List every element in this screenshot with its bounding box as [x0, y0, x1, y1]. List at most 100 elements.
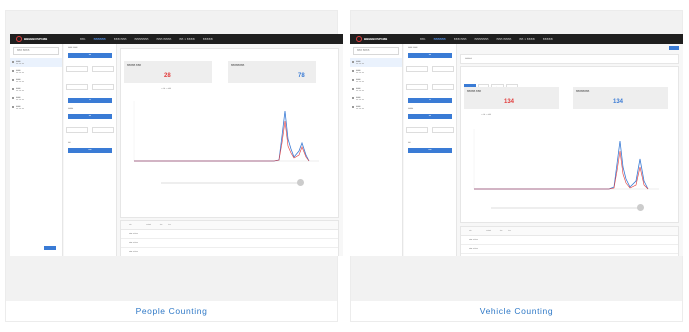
panel-label: ▪▪▪ — [68, 141, 71, 144]
menu-item[interactable]: BB1 — [80, 34, 86, 44]
data-table: ▪▪▪ ▪▪▪▪▪▪ ▪▪▪ ▪▪▪ ▪▪▪▪ ▪▪ ▪▪▪ ▪▪▪▪ ▪▪ ▪… — [460, 226, 679, 256]
people-counting-screenshot[interactable]: BBBBBUSP1MB BB1 BBBBBB BBB BBB BBBBBBB B… — [10, 34, 343, 256]
panel-field[interactable] — [432, 127, 454, 133]
app-topbar: BBBBBUSP1MB BB1 BBBBBB BBB BBB BBBBBBB B… — [10, 34, 343, 44]
stat-label: BBBBB BBB — [467, 90, 482, 93]
device-item[interactable]: ▪▪▪▪▪ ▪▪▪ ▪▪▪ ▪▪▪ — [10, 85, 62, 94]
chart-slider-track[interactable] — [491, 207, 641, 209]
sidebar-bottom-button[interactable] — [44, 246, 56, 250]
panel-field[interactable] — [66, 66, 88, 72]
device-sidebar: BBB BBBB ▪▪▪▪▪ ▪▪▪ ▪▪▪ ▪▪▪ ▪▪▪▪▪ ▪▪▪ ▪▪▪ ▪… — [10, 44, 63, 256]
panel-button[interactable]: ▪▪▪ — [68, 53, 112, 58]
panel-label: ▪▪▪▪▪ ▪▪▪▪▪ — [68, 46, 78, 49]
panel-field[interactable] — [92, 66, 114, 72]
chart-slider-track[interactable] — [161, 182, 301, 184]
panel-button[interactable]: ▪▪▪ — [408, 114, 452, 119]
top-menu: BB1 BBBBBB BBB BBB BBBBBBB BBB BBBB BB 1… — [80, 34, 213, 44]
menu-item[interactable]: BBB BBBB — [497, 34, 512, 44]
chart-legend: ─ ▪▪ ─ ▪▪▪ — [481, 113, 492, 116]
device-item[interactable]: ▪▪▪▪▪ ▪▪▪ ▪▪▪ ▪▪▪ — [10, 76, 62, 85]
menu-item[interactable]: BBBBB — [203, 34, 213, 44]
stat-label: BBBBBBBB — [231, 64, 245, 67]
stats-box: ▪▪▪▪▪▪▪▪▪ BBBBB BBB 134 BBBBBBBB 134 ─ ▪… — [460, 66, 679, 223]
device-item[interactable]: ▪▪▪▪▪ ▪▪▪ ▪▪▪ ▪▪▪ — [10, 67, 62, 76]
device-item[interactable]: ▪▪▪▪▪ ▪▪▪ ▪▪▪ ▪▪▪ — [350, 67, 402, 76]
panel-label: ▪▪▪ — [408, 141, 411, 144]
table-row[interactable]: ▪▪▪▪ ▪▪ ▪▪▪ — [461, 254, 678, 256]
table-row[interactable]: ▪▪▪▪ ▪▪ ▪▪▪ — [461, 245, 678, 254]
stats-box: BBBBB BBB 28 BBBBBBBB 78 ─ ▪▪ ─ ▪▪▪ — [120, 48, 339, 218]
menu-item[interactable]: BBBBBBB — [475, 34, 489, 44]
menu-item[interactable]: BB 1 BBBB — [519, 34, 534, 44]
menu-item-active[interactable]: BBBBBB — [94, 34, 106, 44]
menu-item[interactable]: BBBBB — [543, 34, 553, 44]
main-content: ▪▪▪▪▪▪▪▪ ▪▪▪▪▪▪▪▪▪ BBBBB BBB 134 BBBBBBB… — [460, 54, 679, 256]
panel-button[interactable]: ▪▪ — [408, 98, 452, 103]
stat-label: BBBBB BBB — [127, 64, 142, 67]
stat-value: 134 — [613, 99, 624, 105]
stat-value: 28 — [164, 73, 171, 79]
collapsed-section[interactable]: ▪▪▪▪▪▪▪▪ — [460, 54, 679, 64]
panel-button[interactable]: ▪▪ — [68, 98, 112, 103]
device-search-input[interactable]: BBB BBBB — [13, 47, 59, 55]
table-header: ▪▪▪ ▪▪▪▪▪▪ ▪▪▪ ▪▪▪ — [121, 221, 338, 230]
trend-chart — [473, 129, 659, 190]
filter-panel: ▪▪▪▪▪ ▪▪▪▪▪ ▪▪▪ ▪▪ ▪▪▪▪▪▪ ▪▪▪ ▪▪▪ ▪▪▪▪ — [64, 44, 117, 256]
panel-field[interactable] — [406, 84, 428, 90]
stat-card-total: BBBBBBBB 78 — [228, 61, 316, 83]
panel-button[interactable]: ▪▪▪ — [68, 114, 112, 119]
panel-field[interactable] — [432, 66, 454, 72]
panel-button[interactable]: ▪▪▪▪ — [408, 148, 452, 153]
chart-slider-handle[interactable] — [637, 204, 644, 211]
app-topbar: BBBBBUSP1MB BB1 BBBBBB BBB BBB BBBBBBB B… — [350, 34, 683, 44]
table-row[interactable]: ▪▪▪▪ ▪▪ ▪▪▪ — [461, 236, 678, 245]
stat-label: BBBBBBBB — [576, 90, 590, 93]
panel-field[interactable] — [406, 66, 428, 72]
chart-legend: ─ ▪▪ ─ ▪▪▪ — [161, 87, 172, 90]
top-menu: BB1 BBBBBB BBB BBB BBBBBBB BBB BBBB BB 1… — [420, 34, 553, 44]
table-row[interactable]: ▪▪▪▪ ▪▪ ▪▪▪ — [121, 230, 338, 239]
stat-card-total: BBBBBBBB 134 — [573, 87, 668, 109]
panel-button[interactable]: ▪▪▪ — [408, 53, 452, 58]
menu-item[interactable]: BBBBBBB — [135, 34, 149, 44]
panel-field[interactable] — [66, 84, 88, 90]
device-item[interactable]: ▪▪▪▪▪ ▪▪▪ ▪▪▪ ▪▪▪ — [10, 94, 62, 103]
menu-item-active[interactable]: BBBBBB — [434, 34, 446, 44]
app-logo-icon — [16, 36, 22, 42]
panel-label: ▪▪▪▪▪ ▪▪▪▪▪ — [408, 46, 418, 49]
device-item[interactable]: ▪▪▪▪▪ ▪▪▪ ▪▪▪ ▪▪▪ — [10, 103, 62, 112]
table-row[interactable]: ▪▪▪▪ ▪▪ ▪▪▪ — [121, 239, 338, 248]
panel-field[interactable] — [92, 84, 114, 90]
menu-item[interactable]: BBB BBB — [454, 34, 467, 44]
device-search-input[interactable]: BBB BBBB — [353, 47, 399, 55]
table-row[interactable]: ▪▪▪▪ ▪▪ ▪▪▪ — [121, 248, 338, 256]
device-item[interactable]: ▪▪▪▪▪ ▪▪▪ ▪▪▪ ▪▪▪ — [350, 85, 402, 94]
table-header: ▪▪▪ ▪▪▪▪▪▪ ▪▪▪ ▪▪▪ — [461, 227, 678, 236]
menu-item[interactable]: BB1 — [420, 34, 426, 44]
device-item[interactable]: ▪▪▪▪▪ ▪▪▪ ▪▪▪ ▪▪▪ — [350, 58, 402, 67]
panel-label: ▪▪▪▪▪▪ — [408, 107, 414, 110]
trend-chart — [133, 101, 319, 162]
stat-card-count: BBBBB BBB 134 — [464, 87, 559, 109]
vehicle-counting-caption[interactable]: Vehicle Counting — [351, 301, 682, 321]
device-item[interactable]: ▪▪▪▪▪ ▪▪▪ ▪▪▪ ▪▪▪ — [350, 76, 402, 85]
main-content: BBBBB BBB 28 BBBBBBBB 78 ─ ▪▪ ─ ▪▪▪ ▪▪▪ … — [120, 48, 339, 256]
panel-field[interactable] — [432, 84, 454, 90]
device-item[interactable]: ▪▪▪▪▪ ▪▪▪ ▪▪▪ ▪▪▪ — [350, 103, 402, 112]
panel-field[interactable] — [406, 127, 428, 133]
filter-panel: ▪▪▪▪▪ ▪▪▪▪▪ ▪▪▪ ▪▪ ▪▪▪▪▪▪ ▪▪▪ ▪▪▪ ▪▪▪▪ — [404, 44, 457, 256]
device-item[interactable]: ▪▪▪▪▪ ▪▪▪ ▪▪▪ ▪▪▪ — [10, 58, 62, 67]
vehicle-counting-screenshot[interactable]: BBBBBUSP1MB BB1 BBBBBB BBB BBB BBBBBBB B… — [350, 34, 683, 256]
chart-slider-handle[interactable] — [297, 179, 304, 186]
panel-button[interactable]: ▪▪▪▪ — [68, 148, 112, 153]
app-brand: BBBBBUSP1MB — [364, 37, 388, 41]
menu-item[interactable]: BB 1 BBBB — [179, 34, 194, 44]
data-table: ▪▪▪ ▪▪▪▪▪▪ ▪▪▪ ▪▪▪ ▪▪▪▪ ▪▪ ▪▪▪ ▪▪▪▪ ▪▪ ▪… — [120, 220, 339, 256]
panel-field[interactable] — [66, 127, 88, 133]
menu-item[interactable]: BBB BBB — [114, 34, 127, 44]
top-right-button[interactable] — [669, 46, 679, 50]
menu-item[interactable]: BBB BBBB — [157, 34, 172, 44]
people-counting-caption[interactable]: People Counting — [6, 301, 337, 321]
panel-field[interactable] — [92, 127, 114, 133]
device-item[interactable]: ▪▪▪▪▪ ▪▪▪ ▪▪▪ ▪▪▪ — [350, 94, 402, 103]
